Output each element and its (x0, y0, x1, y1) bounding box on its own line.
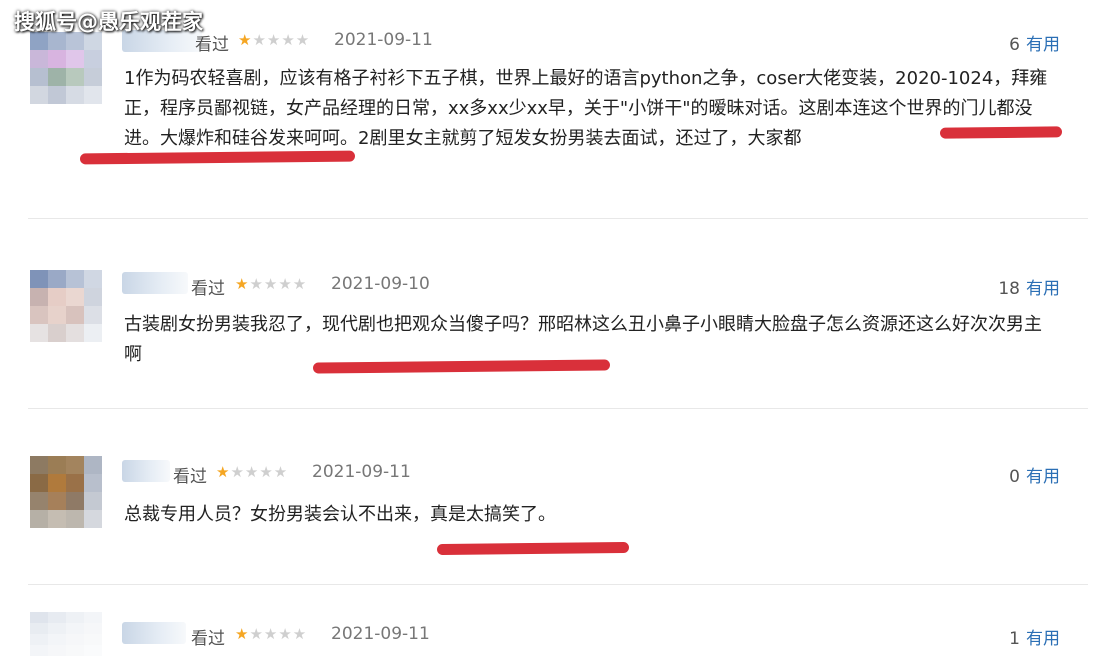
useful-count: 1 (1009, 629, 1020, 649)
highlight-underline (436, 541, 630, 556)
useful-label: 有用 (1026, 629, 1060, 649)
avatar[interactable] (30, 456, 102, 528)
avatar[interactable] (30, 32, 102, 104)
divider (28, 584, 1088, 585)
star-rating: ★★★★★ (235, 625, 308, 643)
highlight-underline (939, 126, 1063, 139)
star-rating: ★★★★★ (235, 275, 308, 293)
watched-label: 看过 (191, 629, 225, 649)
useful-count: 18 (998, 279, 1020, 299)
review-text: 总裁专用人员？女扮男装会认不出来，真是太搞笑了。 (124, 504, 556, 525)
useful-label: 有用 (1026, 467, 1060, 487)
divider (28, 218, 1088, 219)
useful-button[interactable]: 18 有用 (998, 274, 1060, 299)
avatar[interactable] (30, 612, 102, 656)
useful-button[interactable]: 6 有用 (1009, 30, 1060, 55)
highlight-underline (312, 359, 611, 374)
star-rating: ★★★★★ (238, 31, 311, 49)
useful-label: 有用 (1026, 35, 1060, 55)
username-blurred[interactable] (122, 622, 186, 644)
review-date: 2021-09-10 (331, 274, 430, 294)
useful-count: 0 (1009, 467, 1020, 487)
watermark: 搜狐号@愚乐观茬家 (14, 10, 203, 34)
divider (28, 408, 1088, 409)
username-blurred[interactable] (122, 460, 170, 482)
useful-button[interactable]: 1 有用 (1009, 624, 1060, 649)
useful-button[interactable]: 0 有用 (1009, 462, 1060, 487)
watched-label: 看过 (191, 279, 225, 299)
review-date: 2021-09-11 (334, 30, 433, 50)
star-rating: ★★★★★ (216, 463, 289, 481)
review-date: 2021-09-11 (331, 624, 430, 644)
avatar[interactable] (30, 270, 102, 342)
review-date: 2021-09-11 (312, 462, 411, 482)
watched-label: 看过 (173, 467, 207, 487)
username-blurred[interactable] (122, 272, 188, 294)
useful-count: 6 (1009, 35, 1020, 55)
useful-label: 有用 (1026, 279, 1060, 299)
